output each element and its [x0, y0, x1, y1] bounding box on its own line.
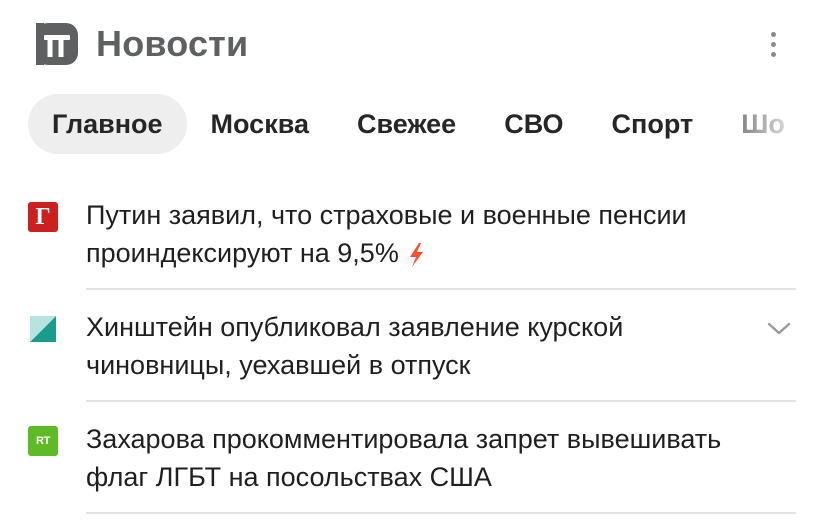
- tab-main[interactable]: Главное: [28, 94, 187, 154]
- chevron-down-icon[interactable]: [766, 318, 792, 338]
- divider: [86, 512, 796, 514]
- news-item[interactable]: Хинштейн опубликовал заявление курской ч…: [28, 290, 796, 400]
- source-logo-icon: [28, 314, 58, 344]
- news-headline[interactable]: Путин заявил, что страховые и военные пе…: [86, 196, 746, 272]
- news-item[interactable]: RT Захарова прокомментировала запрет выв…: [28, 402, 796, 512]
- rt-source-icon: RT: [28, 426, 58, 456]
- news-logo-icon[interactable]: [36, 23, 78, 65]
- tab-show[interactable]: Шо: [717, 94, 808, 154]
- news-headline[interactable]: Захарова прокомментировала запрет вывеши…: [86, 420, 746, 496]
- tab-fresh[interactable]: Свежее: [333, 94, 480, 154]
- app-header: Новости: [36, 22, 796, 66]
- news-list: Г Путин заявил, что страховые и военные …: [28, 178, 796, 514]
- page-title: Новости: [96, 23, 249, 64]
- category-tabs: Главное Москва Свежее СВО Спорт Шо: [28, 94, 808, 154]
- gazeta-source-icon: Г: [28, 202, 58, 232]
- news-item[interactable]: Г Путин заявил, что страховые и военные …: [28, 178, 796, 288]
- lightning-icon: [409, 242, 423, 267]
- tab-sport[interactable]: Спорт: [588, 94, 718, 154]
- news-headline[interactable]: Хинштейн опубликовал заявление курской ч…: [86, 308, 746, 384]
- tab-svo[interactable]: СВО: [480, 94, 587, 154]
- tab-moscow[interactable]: Москва: [187, 94, 333, 154]
- more-vertical-icon[interactable]: [766, 28, 780, 60]
